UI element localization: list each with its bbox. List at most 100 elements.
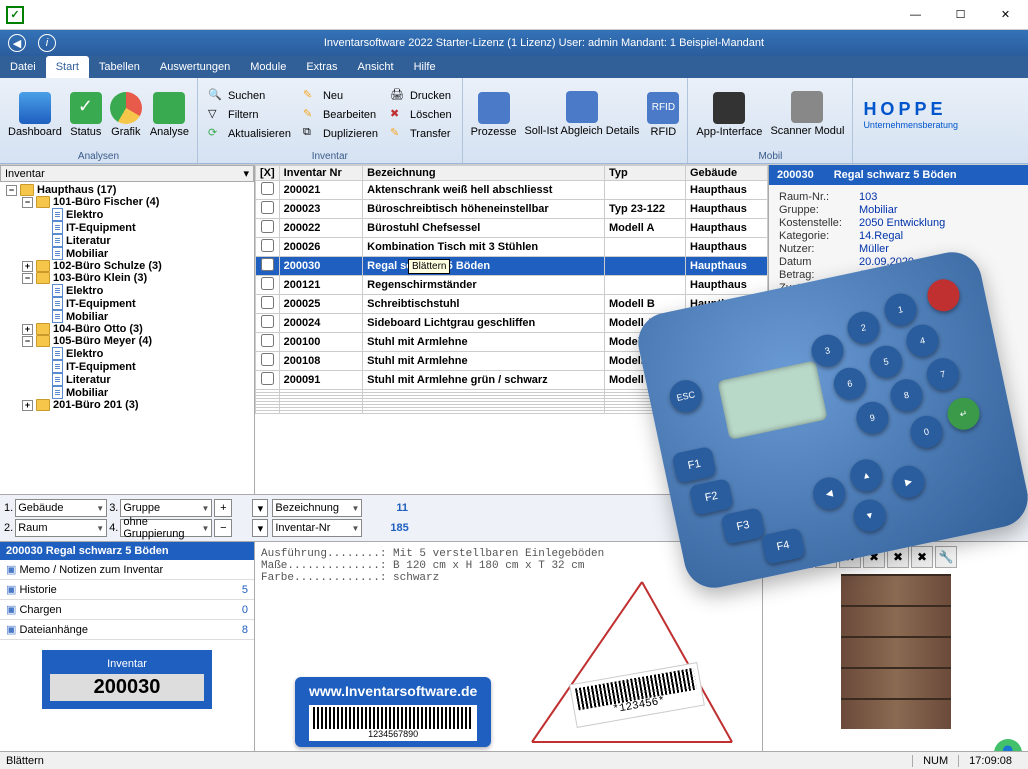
- col-geb[interactable]: Gebäude: [686, 166, 768, 181]
- tree-leaf[interactable]: IT-Equipment: [36, 297, 252, 310]
- tool-icon[interactable]: 🔧: [935, 546, 957, 568]
- transfer-button[interactable]: ✎Transfer: [386, 125, 456, 143]
- tool-icon[interactable]: ✖: [911, 546, 933, 568]
- tree-leaf[interactable]: IT-Equipment: [36, 221, 252, 234]
- table-row[interactable]: 200108Stuhl mit ArmlehneModell AHaupthau…: [256, 352, 768, 371]
- aktualisieren-button[interactable]: ⟳Aktualisieren: [204, 125, 295, 143]
- expand-icon[interactable]: +: [22, 261, 33, 272]
- table-row[interactable]: 200030Regal schwarz 5 BödenHaupthaus: [256, 257, 768, 276]
- tree-leaf[interactable]: Mobiliar: [36, 247, 252, 260]
- row-checkbox[interactable]: [261, 353, 274, 366]
- rfid-button[interactable]: RFIDRFID: [643, 90, 683, 140]
- menu-ansicht[interactable]: Ansicht: [348, 56, 404, 78]
- row-checkbox[interactable]: [261, 296, 274, 309]
- col-nr[interactable]: Inventar Nr: [279, 166, 363, 181]
- tree-leaf[interactable]: Literatur: [36, 373, 252, 386]
- tree-header[interactable]: Inventar▾: [0, 165, 254, 182]
- combo-sort1[interactable]: Bezeichnung▼: [272, 499, 362, 517]
- filtern-button[interactable]: ▽Filtern: [204, 106, 295, 124]
- info-icon[interactable]: i: [38, 34, 56, 52]
- tree-leaf[interactable]: Literatur: [36, 234, 252, 247]
- status-button[interactable]: ✓Status: [66, 90, 106, 140]
- tool-icon[interactable]: ✖: [839, 546, 861, 568]
- inventory-table[interactable]: [X] Inventar Nr Bezeichnung Typ Gebäude …: [255, 165, 768, 414]
- table-row[interactable]: 200100Stuhl mit ArmlehneModell AHaupthau…: [256, 333, 768, 352]
- tree-body[interactable]: −Haupthaus (17) −101-Büro Fischer (4) El…: [0, 182, 254, 494]
- suchen-button[interactable]: 🔍Suchen: [204, 87, 295, 105]
- back-icon[interactable]: ◀: [8, 34, 26, 52]
- tree-104[interactable]: +104-Büro Otto (3): [20, 323, 252, 335]
- tool-icon[interactable]: ✖: [791, 546, 813, 568]
- anhaenge-link[interactable]: ▣ Dateianhänge8: [0, 620, 254, 640]
- row-checkbox[interactable]: [261, 239, 274, 252]
- combo-sort2[interactable]: Inventar-Nr▼: [272, 519, 362, 537]
- row-checkbox[interactable]: [261, 372, 274, 385]
- sort-dir-1[interactable]: ▾: [252, 499, 268, 517]
- prozesse-button[interactable]: Prozesse: [467, 90, 521, 140]
- tool-icon[interactable]: ✖: [815, 546, 837, 568]
- row-checkbox[interactable]: [261, 315, 274, 328]
- tree-root[interactable]: −Haupthaus (17): [4, 184, 252, 196]
- loeschen-button[interactable]: ✖Löschen: [386, 106, 456, 124]
- close-button[interactable]: ✕: [983, 0, 1028, 30]
- remove-group-button[interactable]: −: [214, 519, 232, 537]
- historie-link[interactable]: ▣ Historie5: [0, 580, 254, 600]
- tree-105[interactable]: −105-Büro Meyer (4): [20, 335, 252, 347]
- scanner-modul-button[interactable]: Scanner Modul: [766, 89, 848, 139]
- menu-tabellen[interactable]: Tabellen: [89, 56, 150, 78]
- tool-icon[interactable]: ✖: [887, 546, 909, 568]
- tree-201[interactable]: +201-Büro 201 (3): [20, 399, 252, 411]
- table-row[interactable]: 200025SchreibtischstuhlModell BHaupthaus: [256, 295, 768, 314]
- sollist-button[interactable]: Soll-Ist Abgleich Details: [520, 89, 643, 139]
- menu-hilfe[interactable]: Hilfe: [404, 56, 446, 78]
- pdf-icon[interactable]: 📄: [767, 546, 789, 568]
- combo-ohne[interactable]: ohne Gruppierung▼: [120, 519, 212, 537]
- tree-leaf[interactable]: Mobiliar: [36, 310, 252, 323]
- col-check[interactable]: [X]: [256, 166, 280, 181]
- tree-102[interactable]: +102-Büro Schulze (3): [20, 260, 252, 272]
- tree-103[interactable]: −103-Büro Klein (3): [20, 272, 252, 284]
- tree-101[interactable]: −101-Büro Fischer (4): [20, 196, 252, 208]
- row-checkbox[interactable]: [261, 334, 274, 347]
- table-row[interactable]: 200023Büroschreibtisch höheneinstellbarT…: [256, 200, 768, 219]
- table-row[interactable]: 200121RegenschirmständerHaupthaus: [256, 276, 768, 295]
- table-row[interactable]: 200091Stuhl mit Armlehne grün / schwarzM…: [256, 371, 768, 390]
- neu-button[interactable]: ✎Neu: [299, 87, 382, 105]
- tree-leaf[interactable]: Elektro: [36, 208, 252, 221]
- collapse-icon[interactable]: −: [22, 273, 33, 284]
- tree-leaf[interactable]: IT-Equipment: [36, 360, 252, 373]
- col-typ[interactable]: Typ: [605, 166, 686, 181]
- menu-auswertungen[interactable]: Auswertungen: [150, 56, 240, 78]
- table-row[interactable]: 200021Aktenschrank weiß hell abschliesst…: [256, 181, 768, 200]
- row-checkbox[interactable]: [261, 277, 274, 290]
- collapse-icon[interactable]: −: [22, 197, 33, 208]
- table-row[interactable]: 200024Sideboard Lichtgrau geschliffenMod…: [256, 314, 768, 333]
- expand-icon[interactable]: +: [22, 400, 33, 411]
- row-checkbox[interactable]: [261, 258, 274, 271]
- duplizieren-button[interactable]: ⧉Duplizieren: [299, 125, 382, 143]
- add-group-button[interactable]: +: [214, 499, 232, 517]
- combo-gruppe[interactable]: Gruppe▼: [120, 499, 212, 517]
- col-bez[interactable]: Bezeichnung: [363, 166, 605, 181]
- memo-link[interactable]: ▣ Memo / Notizen zum Inventar: [0, 560, 254, 580]
- tree-leaf[interactable]: Elektro: [36, 347, 252, 360]
- chargen-link[interactable]: ▣ Chargen0: [0, 600, 254, 620]
- app-interface-button[interactable]: App-Interface: [692, 90, 766, 140]
- row-checkbox[interactable]: [261, 220, 274, 233]
- sort-dir-2[interactable]: ▾: [252, 519, 268, 537]
- maximize-button[interactable]: ☐: [938, 0, 983, 30]
- drucken-button[interactable]: 🖨Drucken: [386, 87, 456, 105]
- analyse-button[interactable]: Analyse: [146, 90, 193, 140]
- table-row[interactable]: [256, 411, 768, 414]
- menu-datei[interactable]: Datei: [0, 56, 46, 78]
- expand-icon[interactable]: +: [22, 324, 33, 335]
- row-checkbox[interactable]: [261, 201, 274, 214]
- table-row[interactable]: 200022Bürostuhl ChefsesselModell AHaupth…: [256, 219, 768, 238]
- minimize-button[interactable]: —: [893, 0, 938, 30]
- dashboard-button[interactable]: Dashboard: [4, 90, 66, 140]
- grid-pane[interactable]: [X] Inventar Nr Bezeichnung Typ Gebäude …: [255, 165, 768, 494]
- menu-module[interactable]: Module: [240, 56, 296, 78]
- tool-icon[interactable]: ✖: [863, 546, 885, 568]
- bearbeiten-button[interactable]: ✎Bearbeiten: [299, 106, 382, 124]
- collapse-icon[interactable]: −: [6, 185, 17, 196]
